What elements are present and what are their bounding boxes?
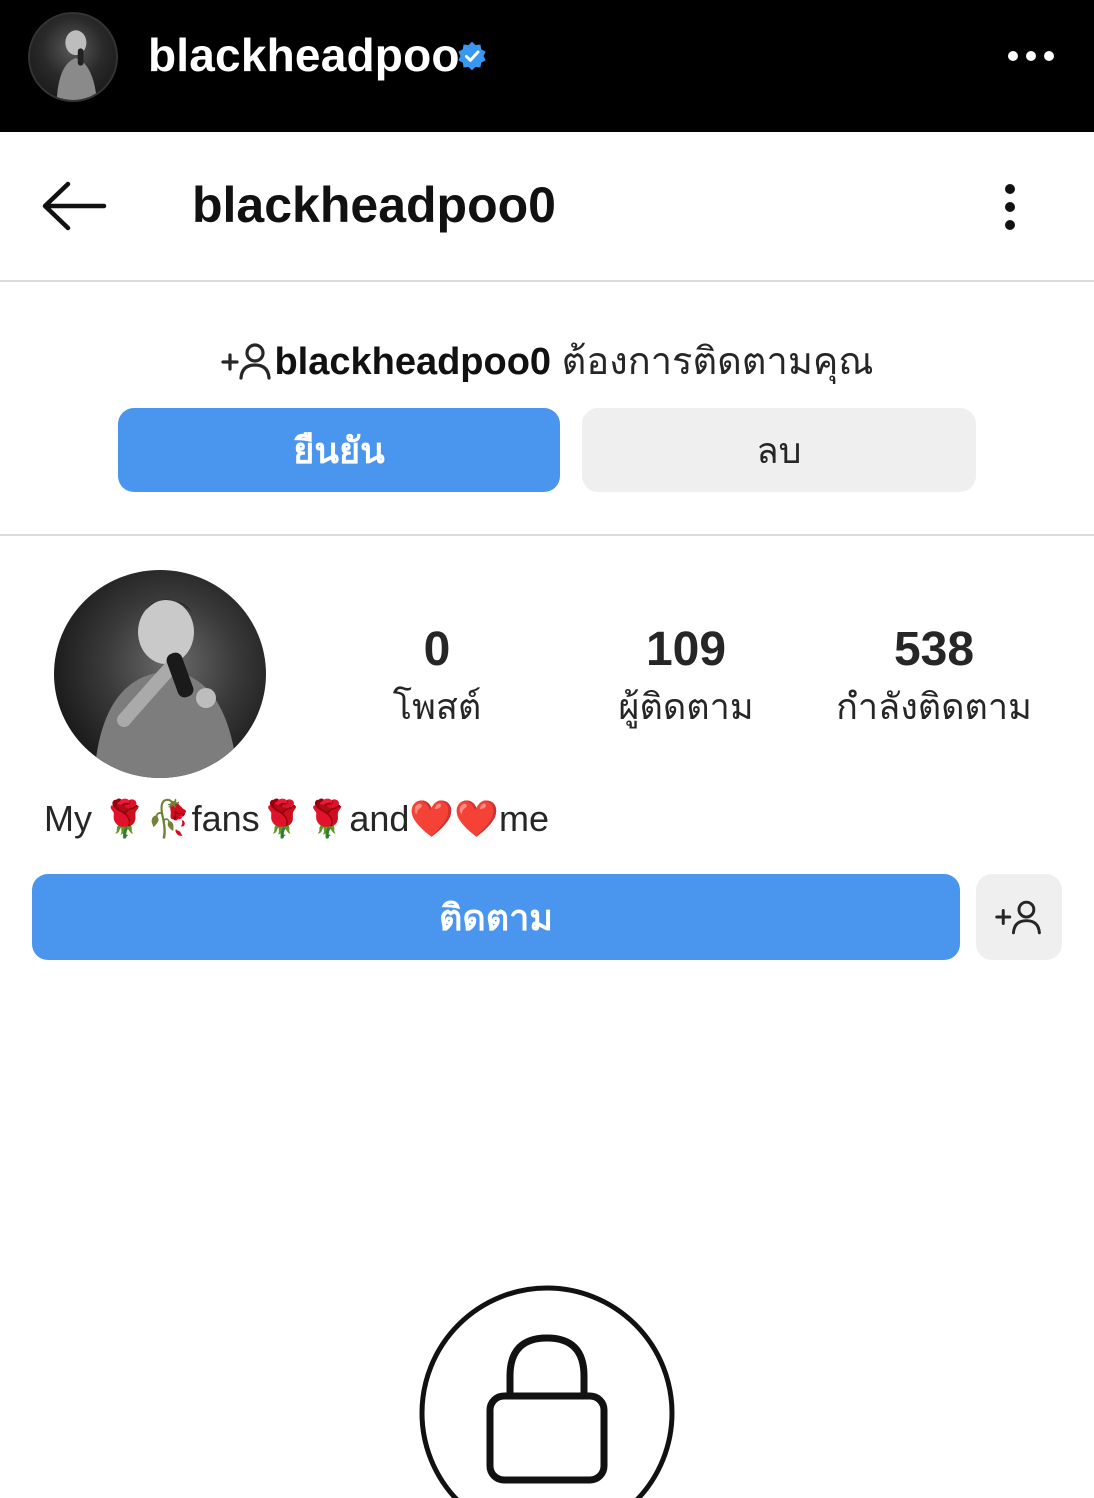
confirm-button[interactable]: ยืนยัน <box>118 408 560 492</box>
story-avatar[interactable] <box>28 12 118 102</box>
add-person-icon <box>221 343 272 380</box>
followers-count: 109 <box>645 623 727 676</box>
more-horizontal-icon[interactable] <box>1006 44 1056 68</box>
profile-nav-bar: blackheadpoo0 <box>0 132 1094 282</box>
story-username[interactable]: blackheadpoo <box>148 28 460 82</box>
profile-bio: My 🌹🥀fans🌹🌹and❤️❤️me <box>44 798 550 839</box>
page-title: blackheadpoo0 <box>192 177 556 233</box>
more-vertical-icon[interactable] <box>996 182 1024 232</box>
back-arrow-icon[interactable] <box>40 180 108 232</box>
story-header: blackheadpoo <box>0 0 1094 132</box>
delete-button[interactable]: ลบ <box>582 408 976 492</box>
add-person-icon <box>995 900 1041 935</box>
stat-posts[interactable]: 0 โพสต์ <box>362 620 512 734</box>
suggest-people-button[interactable] <box>976 874 1062 960</box>
posts-label: โพสต์ <box>392 686 482 727</box>
follow-button[interactable]: ติดตาม <box>32 874 960 960</box>
stat-followers[interactable]: 109 ผู้ติดตาม <box>596 620 776 734</box>
request-username[interactable]: blackheadpoo0 <box>274 341 551 383</box>
request-text: ต้องการติดตามคุณ <box>551 341 874 383</box>
following-count: 538 <box>893 623 975 676</box>
followers-label: ผู้ติดตาม <box>618 686 754 727</box>
posts-count: 0 <box>423 623 451 676</box>
follow-request-panel: blackheadpoo0 ต้องการติดตามคุณ ยืนยัน ลบ <box>0 282 1094 536</box>
follow-request-message: blackheadpoo0 ต้องการติดตามคุณ <box>0 330 1094 391</box>
avatar[interactable] <box>54 570 266 778</box>
stat-following[interactable]: 538 กำลังติดตาม <box>822 620 1046 734</box>
lock-icon <box>419 1285 675 1498</box>
verified-badge-icon <box>458 41 486 71</box>
following-label: กำลังติดตาม <box>836 686 1032 727</box>
